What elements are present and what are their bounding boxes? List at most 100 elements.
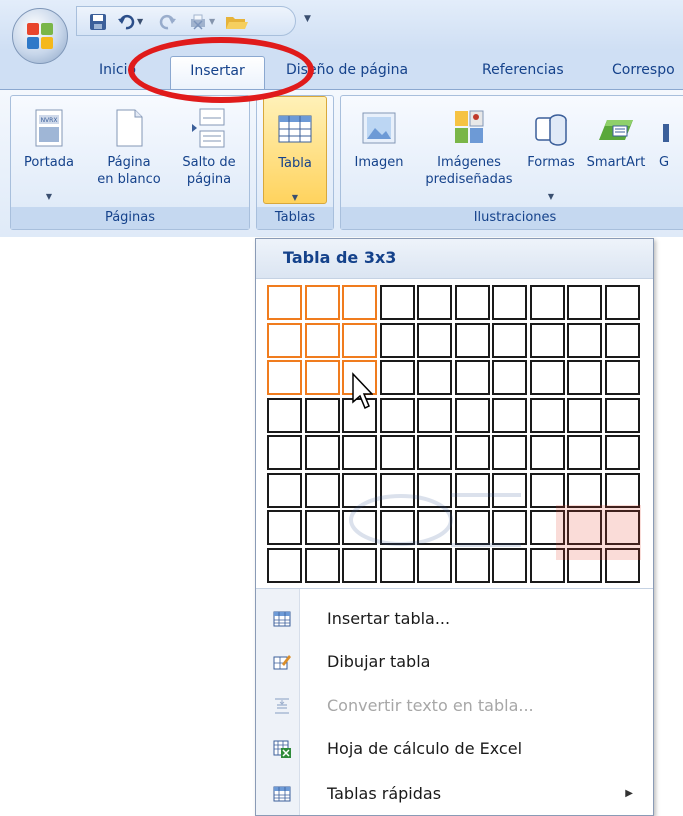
table-grid-cell[interactable]	[492, 360, 527, 395]
imagenes-predisenadas-button[interactable]: Imágenes prediseñadas	[417, 96, 521, 204]
table-grid-cell[interactable]	[604, 285, 640, 320]
menu-item-label: Dibujar tabla	[327, 652, 431, 671]
grafico-button[interactable]: G	[659, 96, 673, 204]
print-icon[interactable]	[189, 13, 207, 31]
table-grid-cell[interactable]	[267, 397, 302, 433]
submenu-arrow-icon: ▶	[625, 788, 633, 799]
office-logo-icon	[27, 23, 53, 49]
table-grid-cell[interactable]	[454, 322, 490, 358]
table-grid-cell[interactable]	[492, 322, 527, 358]
menu-item-insertar-tabla[interactable]: Insertar tabla...	[256, 601, 653, 639]
chevron-down-icon: ▼	[45, 192, 53, 201]
redo-icon	[159, 14, 176, 30]
table-grid-cell[interactable]	[267, 435, 302, 470]
table-grid-cell[interactable]	[529, 322, 565, 358]
chart-icon	[663, 124, 669, 142]
table-grid-cell[interactable]	[529, 397, 565, 433]
table-grid-cell[interactable]	[529, 285, 565, 320]
table-grid-cell[interactable]	[267, 472, 302, 508]
draw-table-icon	[273, 655, 291, 670]
menu-item-label: Tablas rápidas	[327, 784, 442, 803]
table-grid-cell[interactable]	[379, 285, 415, 320]
undo-icon[interactable]	[117, 13, 135, 31]
table-grid-cell[interactable]	[454, 285, 490, 320]
tabla-label: Tabla	[278, 156, 312, 171]
smartart-label: SmartArt	[586, 155, 646, 170]
table-grid-cell[interactable]	[492, 397, 527, 433]
tab-correspondencia[interactable]: Correspo	[612, 62, 675, 78]
table-grid-cell[interactable]	[267, 510, 302, 545]
table-grid-cell[interactable]	[379, 322, 415, 358]
group-tablas: Tabla ▼ Tablas	[256, 95, 334, 230]
watermark-logo	[349, 493, 641, 560]
blank-page-icon	[116, 109, 143, 147]
table-grid-cell[interactable]	[417, 360, 452, 395]
formas-button[interactable]: Formas ▼	[523, 96, 579, 204]
imagenes-predisenadas-label: Imágenes prediseñadas	[425, 155, 513, 187]
menu-separator	[256, 588, 653, 589]
table-grid-cell[interactable]	[342, 285, 377, 320]
table-grid-cell[interactable]	[417, 397, 452, 433]
undo-dropdown-icon[interactable]: ▼	[137, 17, 143, 26]
quick-tables-icon	[273, 786, 291, 802]
customize-arrow-icon[interactable]: ▼	[304, 14, 311, 24]
grafico-label: G	[659, 155, 670, 170]
table-grid-cell[interactable]	[567, 397, 602, 433]
table-grid-cell[interactable]	[267, 547, 302, 583]
table-grid-cell[interactable]	[454, 360, 490, 395]
table-grid-cell[interactable]	[567, 360, 602, 395]
tab-insertar[interactable]: Insertar	[170, 56, 265, 92]
portada-button[interactable]: NVRX Portada ▼	[15, 96, 83, 204]
office-button[interactable]	[12, 8, 68, 64]
table-grid-cell[interactable]	[417, 322, 452, 358]
table-grid-cell[interactable]	[567, 322, 602, 358]
svg-text:NVRX: NVRX	[41, 117, 58, 124]
smartart-button[interactable]: SmartArt	[579, 96, 653, 204]
salto-de-pagina-button[interactable]: Salto de página	[171, 96, 247, 204]
table-grid-cell[interactable]	[304, 397, 340, 433]
table-grid-cell[interactable]	[267, 285, 302, 320]
table-size-title: Tabla de 3x3	[256, 239, 653, 279]
table-grid-cell[interactable]	[304, 322, 340, 358]
imagen-button[interactable]: Imagen	[345, 96, 413, 204]
formas-label: Formas	[527, 155, 575, 170]
tab-referencias[interactable]: Referencias	[482, 62, 564, 78]
table-grid-cell[interactable]	[379, 397, 415, 433]
clip-art-icon	[455, 110, 484, 143]
table-grid-cell[interactable]	[342, 322, 377, 358]
table-grid-cell[interactable]	[492, 285, 527, 320]
table-grid-cell[interactable]	[567, 285, 602, 320]
ribbon-tab-row: Inicio Insertar Diseño de página Referen…	[0, 50, 683, 92]
menu-item-convertir-texto: Convertir texto en tabla...	[256, 688, 653, 726]
table-grid-cell[interactable]	[267, 360, 302, 395]
table-grid-cell[interactable]	[604, 397, 640, 433]
title-bar: ▼ ▼ ▼	[0, 0, 683, 50]
salto-de-pagina-label: Salto de página	[182, 155, 236, 187]
table-grid-cell[interactable]	[529, 360, 565, 395]
tab-diseno-de-pagina[interactable]: Diseño de página	[286, 62, 408, 78]
table-grid-cell[interactable]	[417, 285, 452, 320]
group-ilustraciones: Imagen Imágenes prediseñadas Formas ▼ Sm…	[340, 95, 683, 230]
pagina-en-blanco-button[interactable]: Página en blanco	[91, 96, 167, 204]
chevron-down-icon: ▼	[291, 193, 299, 202]
print-dropdown-icon[interactable]: ▼	[209, 17, 215, 26]
open-folder-icon[interactable]	[225, 13, 249, 31]
table-grid-cell[interactable]	[604, 360, 640, 395]
menu-item-hoja-excel[interactable]: Hoja de cálculo de Excel	[256, 731, 653, 769]
table-icon	[278, 115, 312, 143]
excel-sheet-icon	[273, 740, 291, 758]
table-grid-cell[interactable]	[604, 322, 640, 358]
table-grid-cell[interactable]	[454, 397, 490, 433]
menu-item-dibujar-tabla[interactable]: Dibujar tabla	[256, 644, 653, 682]
table-grid-cell[interactable]	[304, 360, 340, 395]
table-grid-cell[interactable]	[304, 285, 340, 320]
chevron-down-icon: ▼	[547, 192, 555, 201]
tab-inicio[interactable]: Inicio	[99, 62, 136, 78]
menu-item-tablas-rapidas[interactable]: Tablas rápidas ▶	[256, 776, 653, 814]
portada-label: Portada	[24, 155, 74, 170]
save-icon[interactable]	[89, 13, 107, 31]
tabla-button[interactable]: Tabla ▼	[263, 96, 327, 204]
table-grid-cell[interactable]	[379, 360, 415, 395]
table-grid-cell[interactable]	[267, 322, 302, 358]
imagen-label: Imagen	[354, 155, 404, 170]
